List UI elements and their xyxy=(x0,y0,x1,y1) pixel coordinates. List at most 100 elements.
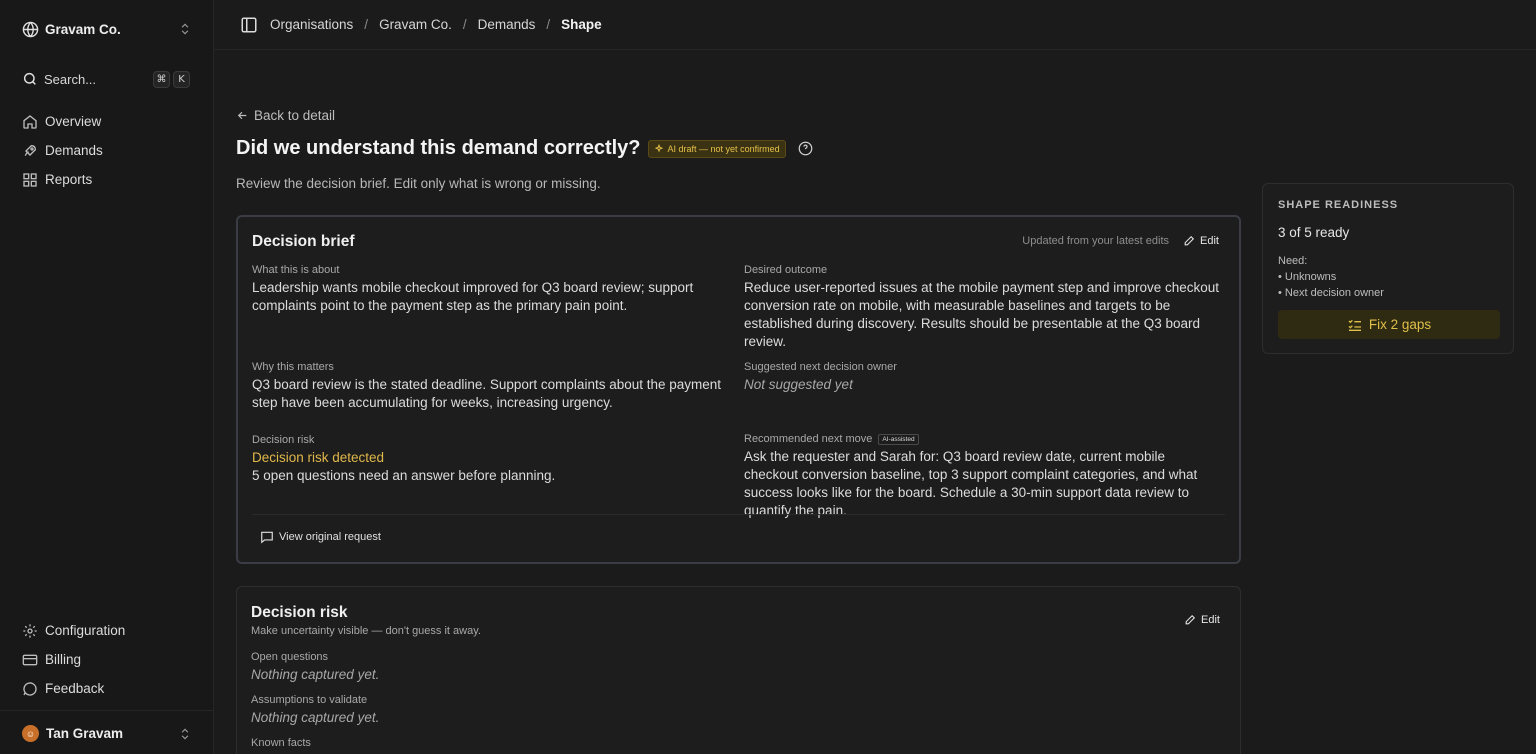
updated-note: Updated from your latest edits xyxy=(1022,234,1170,247)
field-desired-outcome: Desired outcome Reduce user-reported iss… xyxy=(744,264,1222,351)
breadcrumb-separator: / xyxy=(546,17,551,32)
sidebar-item-overview[interactable]: Overview xyxy=(12,107,202,136)
kbd-command: ⌘ xyxy=(153,70,170,88)
list-checks-icon xyxy=(1348,319,1361,331)
pencil-icon xyxy=(1185,614,1196,625)
breadcrumb: Organisations / Gravam Co. / Demands / S… xyxy=(270,17,602,32)
field-assumptions: Assumptions to validate Nothing captured… xyxy=(251,694,651,727)
edit-risk-button[interactable]: Edit xyxy=(1184,613,1220,626)
grid-icon xyxy=(23,172,37,187)
sidebar-item-reports[interactable]: Reports xyxy=(12,165,202,194)
field-decision-risk: Decision risk Decision risk detected 5 o… xyxy=(252,434,722,485)
kbd-k: K xyxy=(173,70,190,88)
breadcrumb-separator: / xyxy=(462,17,467,32)
search-icon xyxy=(23,72,36,85)
card-divider xyxy=(252,514,1225,515)
chevrons-up-down-icon xyxy=(181,23,189,35)
card-title: Decision risk xyxy=(251,604,348,621)
decision-risk-card: Decision risk Make uncertainty visible —… xyxy=(236,586,1241,754)
topbar: Organisations / Gravam Co. / Demands / S… xyxy=(214,0,1536,50)
field-value: Nothing captured yet. xyxy=(251,667,380,682)
card-title: Decision brief xyxy=(252,233,355,250)
user-name: Tan Gravam xyxy=(46,726,124,741)
back-link[interactable]: Back to detail xyxy=(236,108,335,123)
sidebar-item-label: Demands xyxy=(45,143,103,158)
sidebar-item-label: Billing xyxy=(45,652,82,667)
org-name: Gravam Co. xyxy=(45,21,121,37)
sidebar-item-label: Reports xyxy=(45,172,93,187)
field-next-move: Recommended next move AI-assisted Ask the… xyxy=(744,433,1222,520)
risk-detected-text: Decision risk detected xyxy=(252,450,385,465)
need-item: • Unknowns xyxy=(1278,271,1337,283)
gear-icon xyxy=(23,623,37,638)
field-label: Known facts xyxy=(251,737,311,749)
edit-brief-button[interactable]: Edit xyxy=(1183,234,1219,247)
breadcrumb-organisations[interactable]: Organisations xyxy=(270,17,353,32)
fix-gaps-label: Fix 2 gaps xyxy=(1368,317,1432,332)
message-square-icon xyxy=(261,531,273,544)
page-subtitle: Review the decision brief. Edit only wha… xyxy=(236,176,601,191)
main-content: Organisations / Gravam Co. / Demands / S… xyxy=(214,0,1536,754)
field-label: Assumptions to validate xyxy=(251,694,368,706)
back-label: Back to detail xyxy=(254,108,336,123)
field-label: Open questions xyxy=(251,651,329,663)
fix-gaps-button[interactable]: Fix 2 gaps xyxy=(1278,310,1500,339)
field-what: What this is about Leadership wants mobi… xyxy=(252,264,712,315)
search-input[interactable]: Search... ⌘ K xyxy=(12,64,200,94)
ai-assisted-badge: AI-assisted xyxy=(878,433,919,445)
breadcrumb-org[interactable]: Gravam Co. xyxy=(379,17,452,32)
field-value: Leadership wants mobile checkout improve… xyxy=(252,280,694,313)
field-owner: Suggested next decision owner Not sugges… xyxy=(744,361,1222,394)
field-open-questions: Open questions Nothing captured yet. xyxy=(251,651,651,684)
risk-meta: Edit xyxy=(1170,613,1220,626)
view-original-request-button[interactable]: View original request xyxy=(260,530,381,544)
sidebar-item-demands[interactable]: Demands xyxy=(12,136,202,165)
sidebar-item-configuration[interactable]: Configuration xyxy=(12,616,202,645)
shape-readiness-panel: SHAPE READINESS 3 of 5 ready Need: • Unk… xyxy=(1262,183,1514,354)
sidebar-item-billing[interactable]: Billing xyxy=(12,645,202,674)
sidebar-item-label: Configuration xyxy=(45,623,126,638)
sidebar-nav-secondary: Configuration Billing Feedback xyxy=(12,616,202,703)
home-icon xyxy=(23,114,37,129)
title-row: Did we understand this demand correctly?… xyxy=(236,137,813,160)
edit-label: Edit xyxy=(1200,234,1219,247)
field-label: Desired outcome xyxy=(744,264,828,276)
sparkles-icon xyxy=(654,143,663,152)
sidebar-divider xyxy=(0,710,214,711)
next-move-label: Recommended next move xyxy=(744,433,873,445)
message-circle-icon xyxy=(23,681,37,696)
org-switcher[interactable]: Gravam Co. xyxy=(12,12,202,46)
search-placeholder: Search... xyxy=(44,71,97,87)
user-menu[interactable]: ☺ Tan Gravam xyxy=(12,718,202,748)
decision-brief-card: Decision brief Updated from your latest … xyxy=(236,215,1241,564)
help-icon[interactable] xyxy=(798,141,813,156)
field-value: Q3 board review is the stated deadline. … xyxy=(252,377,722,410)
field-value: Ask the requester and Sarah for: Q3 boar… xyxy=(744,449,1198,518)
field-value: Nothing captured yet. xyxy=(251,710,380,725)
sidebar-toggle-icon[interactable] xyxy=(240,16,258,34)
ai-draft-badge: AI draft — not yet confirmed xyxy=(647,139,786,158)
credit-card-icon xyxy=(22,654,38,665)
breadcrumb-separator: / xyxy=(364,17,369,32)
card-subtitle: Make uncertainty visible — don't guess i… xyxy=(251,625,481,637)
ai-draft-text: AI draft — not yet confirmed xyxy=(667,143,780,154)
avatar: ☺ xyxy=(22,725,39,742)
sidebar-item-label: Feedback xyxy=(45,681,105,696)
field-label: Decision risk xyxy=(252,434,315,446)
edit-label: Edit xyxy=(1201,613,1220,626)
rocket-icon xyxy=(24,144,37,156)
field-value: Not suggested yet xyxy=(744,377,853,392)
readiness-status: 3 of 5 ready xyxy=(1278,225,1350,240)
pencil-icon xyxy=(1184,235,1195,246)
readiness-heading: SHAPE READINESS xyxy=(1278,199,1399,211)
sidebar-item-feedback[interactable]: Feedback xyxy=(12,674,202,703)
brief-meta: Updated from your latest edits Edit xyxy=(1022,234,1219,247)
breadcrumb-current: Shape xyxy=(561,17,602,32)
readiness-needs: Need: • Unknowns • Next decision owner xyxy=(1278,253,1384,301)
need-label: Need: xyxy=(1278,255,1308,267)
field-value: 5 open questions need an answer before p… xyxy=(252,468,556,483)
field-label: Suggested next decision owner xyxy=(744,361,897,373)
globe-icon xyxy=(22,21,39,37)
sidebar-nav-primary: Overview Demands Reports xyxy=(12,107,202,194)
breadcrumb-demands[interactable]: Demands xyxy=(478,17,536,32)
